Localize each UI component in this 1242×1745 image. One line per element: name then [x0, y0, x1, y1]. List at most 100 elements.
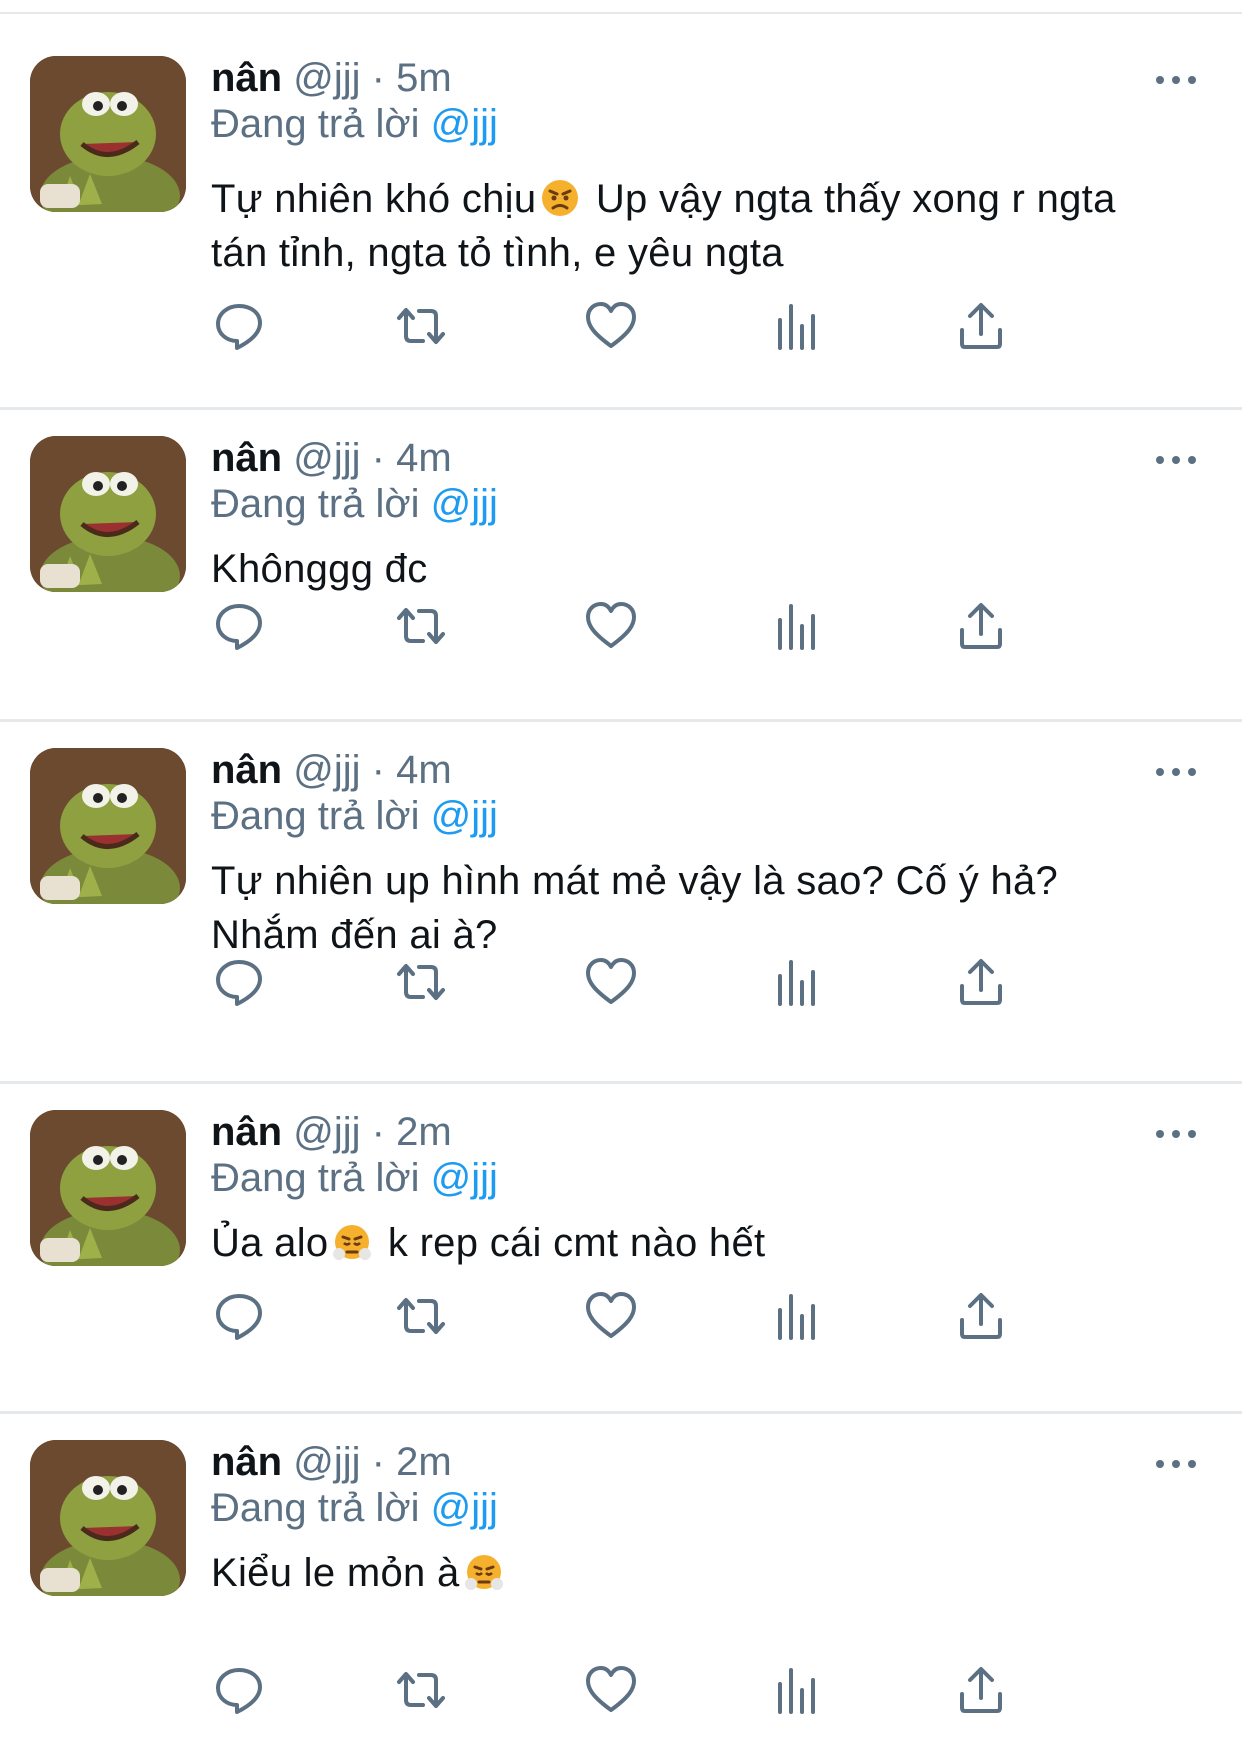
reply-prefix: Đang trả lời — [211, 1156, 420, 1200]
reply-prefix: Đang trả lời — [211, 102, 420, 146]
reply-mention-link[interactable]: @jjj — [431, 1486, 498, 1530]
tweet-text-part: Tự nhiên khó chịu — [211, 177, 537, 221]
tweet-actions — [211, 1288, 1091, 1344]
tweet-text-part: Khônggg đc — [211, 547, 428, 591]
more-dots-icon[interactable] — [1154, 1454, 1198, 1474]
tweet-actions — [211, 1662, 1091, 1718]
tweet-text: Tự nhiên up hình mát mẻ vậy là sao? Cố ý… — [211, 854, 1131, 962]
reply-context: Đang trả lời @jjj — [211, 792, 498, 840]
tweet-text-part: Tự nhiên up hình mát mẻ vậy là sao? Cố ý… — [211, 859, 1070, 957]
separator-dot: · — [371, 436, 385, 480]
tweet-5[interactable]: nân @jjj · 2m Đang trả lời @jjj Kiểu le … — [0, 1414, 1242, 1745]
heart-icon[interactable] — [583, 1288, 639, 1344]
timestamp[interactable]: 5m — [396, 56, 452, 100]
tweet-actions — [211, 598, 1091, 654]
heart-icon[interactable] — [583, 1662, 639, 1718]
tweet-feed: nân @jjj · 5m Đang trả lời @jjj Tự nhiên… — [0, 0, 1242, 1745]
tweet-1[interactable]: nân @jjj · 5m Đang trả lời @jjj Tự nhiên… — [0, 14, 1242, 410]
tweet-text: Ủa alo k rep cái cmt nào hết — [211, 1216, 1131, 1270]
more-dots-icon[interactable] — [1154, 450, 1198, 470]
reply-mention-link[interactable]: @jjj — [431, 482, 498, 526]
avatar[interactable] — [30, 1440, 186, 1596]
avatar[interactable] — [30, 748, 186, 904]
reply-bubble-icon[interactable] — [211, 1288, 267, 1344]
reply-bubble-icon[interactable] — [211, 1662, 267, 1718]
reply-bubble-icon[interactable] — [211, 298, 267, 354]
display-name[interactable]: nân — [211, 56, 282, 100]
heart-icon[interactable] — [583, 954, 639, 1010]
share-upload-icon[interactable] — [953, 1662, 1009, 1718]
tweet-actions — [211, 298, 1091, 354]
retweet-icon[interactable] — [393, 954, 449, 1010]
analytics-bars-icon[interactable] — [768, 954, 824, 1010]
reply-mention-link[interactable]: @jjj — [431, 102, 498, 146]
reply-bubble-icon[interactable] — [211, 954, 267, 1010]
separator-dot: · — [371, 56, 385, 100]
avatar[interactable] — [30, 56, 186, 212]
display-name[interactable]: nân — [211, 748, 282, 792]
tweet-text-part: k rep cái cmt nào hết — [376, 1221, 766, 1265]
user-handle[interactable]: @jjj — [293, 1110, 360, 1154]
tweet-header: nân @jjj · 2m — [211, 1438, 452, 1486]
tweet-2[interactable]: nân @jjj · 4m Đang trả lời @jjj Khônggg … — [0, 410, 1242, 722]
reply-bubble-icon[interactable] — [211, 598, 267, 654]
analytics-bars-icon[interactable] — [768, 1662, 824, 1718]
tweet-header: nân @jjj · 5m — [211, 54, 452, 102]
tweet-header: nân @jjj · 4m — [211, 434, 452, 482]
user-handle[interactable]: @jjj — [293, 436, 360, 480]
separator-dot: · — [371, 1110, 385, 1154]
tweet-text: Khônggg đc — [211, 542, 1131, 596]
analytics-bars-icon[interactable] — [768, 1288, 824, 1344]
retweet-icon[interactable] — [393, 1662, 449, 1718]
share-upload-icon[interactable] — [953, 1288, 1009, 1344]
reply-context: Đang trả lời @jjj — [211, 1154, 498, 1202]
separator-dot: · — [371, 1440, 385, 1484]
tweet-header: nân @jjj · 2m — [211, 1108, 452, 1156]
more-dots-icon[interactable] — [1154, 70, 1198, 90]
steam-nose-face-emoji — [464, 1552, 504, 1592]
display-name[interactable]: nân — [211, 436, 282, 480]
share-upload-icon[interactable] — [953, 298, 1009, 354]
more-dots-icon[interactable] — [1154, 762, 1198, 782]
display-name[interactable]: nân — [211, 1110, 282, 1154]
analytics-bars-icon[interactable] — [768, 598, 824, 654]
display-name[interactable]: nân — [211, 1440, 282, 1484]
user-handle[interactable]: @jjj — [293, 56, 360, 100]
avatar[interactable] — [30, 436, 186, 592]
timestamp[interactable]: 4m — [396, 436, 452, 480]
retweet-icon[interactable] — [393, 298, 449, 354]
reply-mention-link[interactable]: @jjj — [431, 1156, 498, 1200]
timestamp[interactable]: 4m — [396, 748, 452, 792]
reply-prefix: Đang trả lời — [211, 482, 420, 526]
heart-icon[interactable] — [583, 298, 639, 354]
tweet-text-part: Kiểu le mỏn à — [211, 1551, 460, 1595]
angry-face-emoji — [540, 178, 580, 218]
tweet-3[interactable]: nân @jjj · 4m Đang trả lời @jjj Tự nhiên… — [0, 722, 1242, 1084]
retweet-icon[interactable] — [393, 598, 449, 654]
avatar[interactable] — [30, 1110, 186, 1266]
analytics-bars-icon[interactable] — [768, 298, 824, 354]
tweet-text: Kiểu le mỏn à — [211, 1546, 1131, 1600]
reply-context: Đang trả lời @jjj — [211, 100, 498, 148]
reply-context: Đang trả lời @jjj — [211, 1484, 498, 1532]
more-dots-icon[interactable] — [1154, 1124, 1198, 1144]
tweet-text-part: Ủa alo — [211, 1221, 329, 1265]
heart-icon[interactable] — [583, 598, 639, 654]
tweet-header: nân @jjj · 4m — [211, 746, 452, 794]
tweet-4[interactable]: nân @jjj · 2m Đang trả lời @jjj Ủa alo k… — [0, 1084, 1242, 1414]
tweet-text: Tự nhiên khó chịu Up vậy ngta thấy xong … — [211, 172, 1131, 280]
timestamp[interactable]: 2m — [396, 1110, 452, 1154]
reply-mention-link[interactable]: @jjj — [431, 794, 498, 838]
steam-nose-face-emoji — [332, 1222, 372, 1262]
separator-dot: · — [371, 748, 385, 792]
user-handle[interactable]: @jjj — [293, 1440, 360, 1484]
tweet-actions — [211, 954, 1091, 1010]
share-upload-icon[interactable] — [953, 598, 1009, 654]
reply-prefix: Đang trả lời — [211, 794, 420, 838]
reply-context: Đang trả lời @jjj — [211, 480, 498, 528]
timestamp[interactable]: 2m — [396, 1440, 452, 1484]
reply-prefix: Đang trả lời — [211, 1486, 420, 1530]
user-handle[interactable]: @jjj — [293, 748, 360, 792]
share-upload-icon[interactable] — [953, 954, 1009, 1010]
retweet-icon[interactable] — [393, 1288, 449, 1344]
